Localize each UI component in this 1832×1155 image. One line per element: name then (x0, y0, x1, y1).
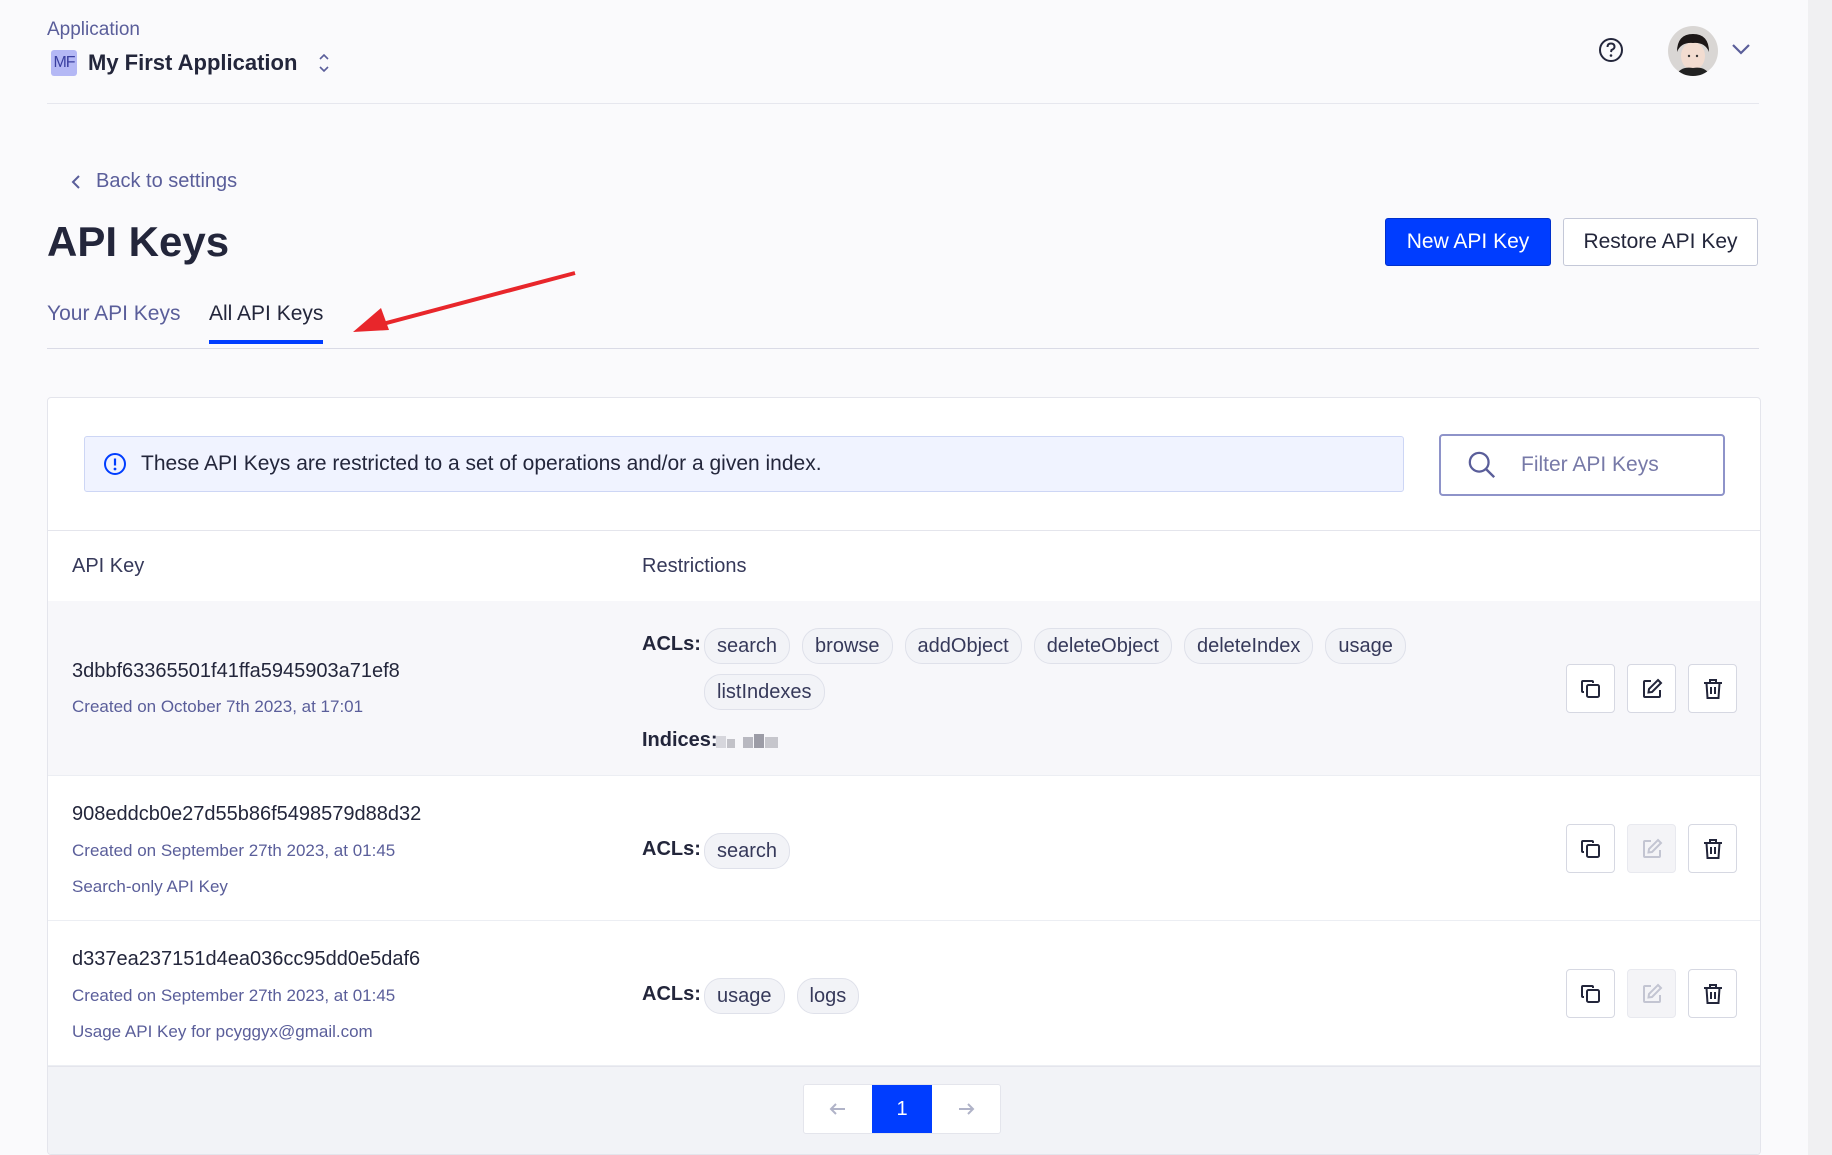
trash-icon (1703, 983, 1722, 1004)
filter-box[interactable] (1439, 434, 1725, 496)
acl-chip: usage (704, 978, 785, 1014)
copy-key-button[interactable] (1566, 824, 1615, 873)
top-bar: Application MF My First Application (47, 0, 1759, 104)
api-keys-card: These API Keys are restricted to a set o… (47, 397, 1761, 1155)
pagination-bar: 1 (48, 1066, 1760, 1154)
table-header: API Key Restrictions (48, 530, 1760, 602)
row-actions (1566, 824, 1749, 873)
acl-chip-list: usage logs (704, 978, 1494, 1014)
api-key-value[interactable]: 3dbbf63365501f41ffa5945903a71ef8 (72, 660, 400, 683)
app-caption: Application (47, 19, 140, 40)
api-key-value[interactable]: d337ea237151d4ea036cc95dd0e5daf6 (72, 948, 420, 971)
copy-icon (1580, 984, 1600, 1003)
help-icon[interactable] (1597, 36, 1625, 64)
acl-chip: search (704, 628, 791, 664)
redacted-indices (716, 734, 778, 748)
back-link-label: Back to settings (96, 170, 238, 192)
acl-chip-list: search (704, 833, 1494, 869)
edit-icon (1642, 678, 1662, 698)
info-banner-text: These API Keys are restricted to a set o… (141, 452, 822, 475)
updown-icon (319, 53, 329, 73)
delete-key-button[interactable] (1688, 824, 1737, 873)
next-page-button[interactable] (932, 1085, 1000, 1133)
table-row: 908eddcb0e27d55b86f5498579d88d32 Created… (48, 776, 1760, 921)
annotation-arrow (353, 271, 576, 332)
tab-all-api-keys[interactable]: All API Keys (209, 302, 324, 344)
edit-key-button (1627, 969, 1676, 1018)
delete-key-button[interactable] (1688, 969, 1737, 1018)
copy-icon (1580, 679, 1600, 698)
user-avatar[interactable] (1668, 26, 1718, 76)
trash-icon (1703, 678, 1722, 699)
new-api-key-button[interactable]: New API Key (1385, 218, 1551, 266)
edit-icon (1642, 838, 1662, 858)
chevron-left-icon (71, 174, 80, 189)
acl-label: ACLs: (642, 838, 701, 860)
row-actions (1566, 969, 1749, 1018)
table-row: 3dbbf63365501f41ffa5945903a71ef8 Created… (48, 601, 1760, 776)
page-number-current[interactable]: 1 (872, 1085, 932, 1133)
acl-chip: search (704, 833, 791, 869)
column-header-api-key: API Key (72, 555, 145, 577)
row-actions (1566, 664, 1749, 713)
acl-chip-list: search browse addObject deleteObject del… (704, 628, 1494, 710)
tab-your-api-keys[interactable]: Your API Keys (47, 302, 180, 340)
acl-chip: usage (1325, 628, 1406, 664)
back-to-settings-link[interactable]: Back to settings (70, 170, 237, 193)
acl-chip: deleteObject (1033, 628, 1172, 664)
api-key-created: Created on September 27th 2023, at 01:45 (72, 841, 396, 860)
api-key-value[interactable]: 908eddcb0e27d55b86f5498579d88d32 (72, 803, 421, 826)
indices-label: Indices: (642, 729, 718, 751)
filter-api-keys-input[interactable] (1519, 452, 1723, 478)
acl-chip: addObject (904, 628, 1022, 664)
app-avatar: MF (51, 50, 77, 76)
table-row: d337ea237151d4ea036cc95dd0e5daf6 Created… (48, 921, 1760, 1066)
api-key-created: Created on September 27th 2023, at 01:45 (72, 986, 396, 1005)
arrow-left-icon (829, 1103, 845, 1115)
edit-key-button[interactable] (1627, 664, 1676, 713)
acl-label: ACLs: (642, 633, 701, 655)
acl-label: ACLs: (642, 983, 701, 1005)
page-scrollbar[interactable] (1808, 0, 1832, 1155)
chevron-down-icon[interactable] (1728, 36, 1754, 62)
pagination: 1 (803, 1084, 1001, 1134)
delete-key-button[interactable] (1688, 664, 1737, 713)
page-title: API Keys (47, 218, 230, 265)
search-icon (1468, 451, 1496, 479)
trash-icon (1703, 838, 1722, 859)
previous-page-button[interactable] (804, 1085, 872, 1133)
info-icon (104, 453, 126, 475)
app-selector[interactable]: MF My First Application (51, 50, 331, 76)
acl-chip: logs (796, 978, 860, 1014)
app-name: My First Application (88, 50, 298, 75)
copy-key-button[interactable] (1566, 664, 1615, 713)
acl-chip: browse (802, 628, 893, 664)
edit-icon (1642, 983, 1662, 1003)
acl-chip: deleteIndex (1183, 628, 1314, 664)
edit-key-button (1627, 824, 1676, 873)
column-header-restrictions: Restrictions (642, 555, 747, 577)
tab-bar: Your API Keys All API Keys (47, 296, 1759, 349)
api-key-description: Usage API Key for pcyggyx@gmail.com (72, 1022, 373, 1041)
info-banner: These API Keys are restricted to a set o… (84, 436, 1404, 492)
acl-chip: listIndexes (704, 674, 825, 710)
copy-icon (1580, 839, 1600, 858)
arrow-right-icon (959, 1103, 975, 1115)
api-key-created: Created on October 7th 2023, at 17:01 (72, 697, 364, 716)
api-key-description: Search-only API Key (72, 877, 228, 896)
restore-api-key-button[interactable]: Restore API Key (1563, 218, 1758, 266)
copy-key-button[interactable] (1566, 969, 1615, 1018)
page: Application MF My First Application Back… (0, 0, 1808, 1155)
